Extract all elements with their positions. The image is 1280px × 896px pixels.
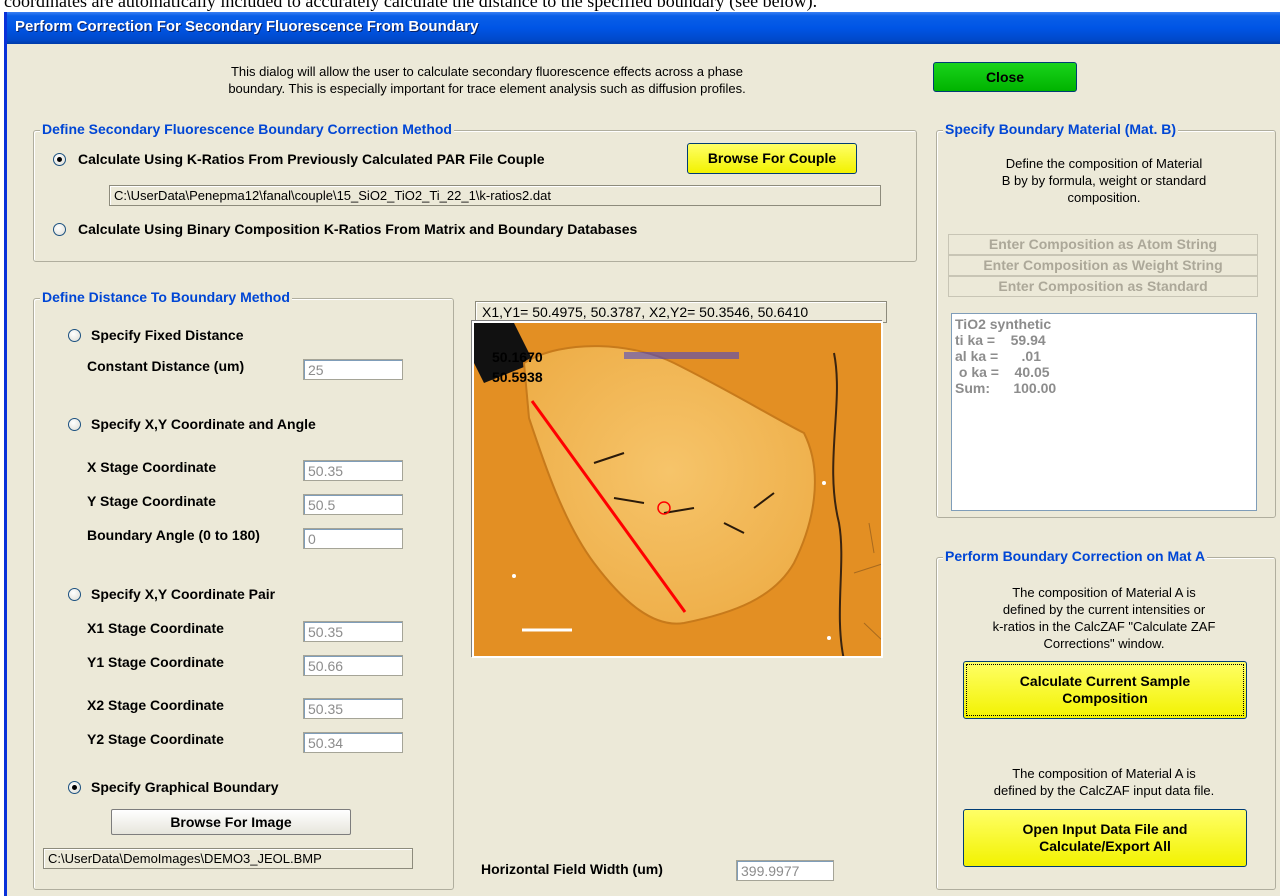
hfw-label: Horizontal Field Width (um) [481, 861, 663, 877]
boundary-desc-line-1: Define the composition of Material [1005, 156, 1203, 171]
intro-line-1: This dialog will allow the user to calcu… [230, 64, 744, 79]
radio-binary-composition-label[interactable]: Calculate Using Binary Composition K-Rat… [78, 221, 637, 237]
browse-image-button[interactable]: Browse For Image [111, 809, 351, 835]
graphical-boundary-label[interactable]: Specify Graphical Boundary [91, 779, 279, 795]
calculate-button-line-1: Calculate Current Sample [1019, 673, 1191, 689]
intro-line-2: boundary. This is especially important f… [228, 81, 746, 96]
correction-desc1-line-2: defined by the current intensities or [1002, 602, 1206, 617]
image-path-field: C:\UserData\DemoImages\DEMO3_JEOL.BMP [43, 848, 413, 869]
calculate-current-sample-button[interactable]: Calculate Current Sample Composition [963, 661, 1247, 719]
boundary-desc-line-2: B by by formula, weight or standard [1001, 173, 1207, 188]
y-stage-label: Y Stage Coordinate [87, 493, 216, 509]
close-button[interactable]: Close [933, 62, 1077, 92]
correction-description-2: The composition of Material A is defined… [949, 765, 1259, 799]
radio-par-couple-label[interactable]: Calculate Using K-Ratios From Previously… [78, 151, 545, 167]
title-bar[interactable]: Perform Correction For Secondary Fluores… [7, 12, 1280, 44]
overlay-y-coordinate: 50.5938 [492, 369, 543, 385]
radio-binary-composition[interactable] [53, 223, 66, 236]
hfw-input[interactable]: 399.9977 [736, 860, 834, 881]
y1-stage-label: Y1 Stage Coordinate [87, 654, 224, 670]
method-legend: Define Secondary Fluorescence Boundary C… [40, 121, 454, 137]
x2-stage-label: X2 Stage Coordinate [87, 697, 224, 713]
boundary-material-legend: Specify Boundary Material (Mat. B) [943, 121, 1179, 137]
y2-stage-input[interactable]: 50.34 [303, 732, 403, 753]
correction-legend: Perform Boundary Correction on Mat A [943, 548, 1208, 564]
intro-text: This dialog will allow the user to calcu… [127, 63, 847, 97]
x-stage-label: X Stage Coordinate [87, 459, 217, 475]
open-input-data-file-button[interactable]: Open Input Data File and Calculate/Expor… [963, 809, 1247, 867]
x2-stage-input[interactable]: 50.35 [303, 698, 403, 719]
correction-desc1-line-4: Corrections" window. [1043, 636, 1165, 651]
radio-xy-angle[interactable] [68, 418, 81, 431]
fixed-distance-label[interactable]: Specify Fixed Distance [91, 327, 244, 343]
radio-graphical-boundary[interactable] [68, 781, 81, 794]
x-stage-input[interactable]: 50.35 [303, 460, 403, 481]
x1-stage-input[interactable]: 50.35 [303, 621, 403, 642]
correction-desc2-line-1: The composition of Material A is [1012, 766, 1196, 781]
correction-desc1-line-3: k-ratios in the CalcZAF "Calculate ZAF [992, 619, 1216, 634]
open-button-line-1: Open Input Data File and [1022, 821, 1188, 837]
boundary-angle-label: Boundary Angle (0 to 180) [87, 527, 260, 543]
boundary-angle-input[interactable]: 0 [303, 528, 403, 549]
open-button-line-2: Calculate/Export All [1039, 838, 1171, 854]
speck [827, 636, 831, 640]
overlay-x-coordinate: 50.1670 [492, 349, 543, 365]
speck [512, 574, 516, 578]
correction-description-1: The composition of Material A is defined… [949, 584, 1259, 652]
composition-line: o ka = 40.05 [955, 364, 1050, 380]
enter-atom-string-button[interactable]: Enter Composition as Atom String [948, 234, 1258, 255]
composition-line: al ka = .01 [955, 348, 1042, 364]
image-header-strip [624, 352, 739, 359]
window-title: Perform Correction For Secondary Fluores… [15, 18, 479, 35]
xy-pair-label[interactable]: Specify X,Y Coordinate Pair [91, 586, 275, 602]
y2-stage-label: Y2 Stage Coordinate [87, 731, 224, 747]
y-stage-input[interactable]: 50.5 [303, 494, 403, 515]
calculate-button-line-2: Composition [1062, 690, 1148, 706]
radio-fixed-distance[interactable] [68, 329, 81, 342]
browse-couple-button[interactable]: Browse For Couple [687, 143, 857, 174]
enter-standard-button[interactable]: Enter Composition as Standard [948, 276, 1258, 297]
coordinate-readout: X1,Y1= 50.4975, 50.3787, X2,Y2= 50.3546,… [475, 301, 887, 323]
speck [822, 481, 826, 485]
y1-stage-input[interactable]: 50.66 [303, 655, 403, 676]
xy-angle-label[interactable]: Specify X,Y Coordinate and Angle [91, 416, 316, 432]
radio-xy-pair[interactable] [68, 588, 81, 601]
boundary-material-description: Define the composition of Material B by … [949, 155, 1259, 206]
x1-stage-label: X1 Stage Coordinate [87, 620, 224, 636]
constant-distance-input[interactable]: 25 [303, 359, 403, 380]
sample-image[interactable]: 50.1670 50.5938 [472, 321, 883, 658]
couple-path-field: C:\UserData\Penepma12\fanal\couple\15_Si… [109, 185, 881, 206]
correction-desc1-line-1: The composition of Material A is [1012, 585, 1196, 600]
composition-line: TiO2 synthetic [955, 316, 1052, 332]
constant-distance-label: Constant Distance (um) [87, 358, 245, 374]
boundary-desc-line-3: composition. [1067, 190, 1141, 205]
dialog-window: Perform Correction For Secondary Fluores… [4, 12, 1280, 896]
composition-listbox[interactable]: TiO2 synthetic ti ka = 59.94 al ka = .01… [951, 313, 1257, 511]
composition-line: ti ka = 59.94 [955, 332, 1046, 348]
correction-desc2-line-2: defined by the CalcZAF input data file. [993, 783, 1215, 798]
radio-par-couple[interactable] [53, 153, 66, 166]
enter-weight-string-button[interactable]: Enter Composition as Weight String [948, 255, 1258, 276]
distance-legend: Define Distance To Boundary Method [40, 289, 292, 305]
composition-line: Sum: 100.00 [955, 380, 1057, 396]
document-background-text: coordinates are automatically included t… [4, 0, 818, 11]
